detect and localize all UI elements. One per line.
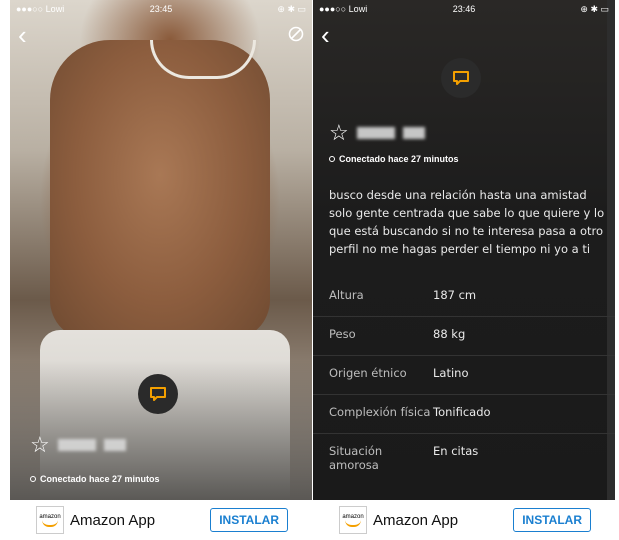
online-status: Conectado hace 27 minutos xyxy=(329,154,459,164)
attribute-value: En citas xyxy=(433,444,479,458)
star-icon[interactable]: ☆ xyxy=(329,122,349,144)
chat-icon xyxy=(453,71,469,85)
back-chevron-icon[interactable]: ‹ xyxy=(321,22,330,48)
ad-brand-text: amazon xyxy=(39,513,61,520)
online-text: Conectado hace 27 minutos xyxy=(339,154,459,164)
ad-app-name: Amazon App xyxy=(373,511,459,529)
attribute-row: Situación amorosa En citas xyxy=(313,434,615,482)
ad-banner[interactable]: amazon Amazon App INSTALAR xyxy=(313,500,615,540)
online-dot-icon xyxy=(329,156,335,162)
attribute-value: Latino xyxy=(433,366,469,380)
attribute-label: Complexión física xyxy=(329,405,431,419)
chat-button[interactable] xyxy=(441,58,481,98)
attribute-row: Altura 187 cm xyxy=(313,278,615,317)
ad-app-name: Amazon App xyxy=(70,511,156,529)
clock-text: 23:46 xyxy=(452,4,476,14)
status-bar: ●●●○○ Lowi 23:46 ⊕ ✱ ▭ xyxy=(313,0,615,18)
attribute-row: Complexión física Tonificado xyxy=(313,395,615,434)
attribute-row: Peso 88 kg xyxy=(313,317,615,356)
ad-brand-text: amazon xyxy=(342,513,364,520)
block-icon[interactable] xyxy=(288,26,304,42)
name-redacted xyxy=(57,439,96,451)
photo-torso-shape xyxy=(50,40,270,340)
install-button[interactable]: INSTALAR xyxy=(513,508,591,532)
profile-description: busco desde una relación hasta una amist… xyxy=(329,188,605,256)
back-chevron-icon[interactable]: ‹ xyxy=(18,22,27,48)
name-redacted xyxy=(356,127,395,139)
attribute-label: Peso xyxy=(329,327,356,341)
chat-button[interactable] xyxy=(138,374,178,414)
ad-banner[interactable]: amazon Amazon App INSTALAR xyxy=(10,500,312,540)
profile-name-row: ☆ xyxy=(30,434,126,456)
install-button[interactable]: INSTALAR xyxy=(210,508,288,532)
attribute-list: Altura 187 cm Peso 88 kg Origen étnico L… xyxy=(313,278,615,482)
online-text: Conectado hace 27 minutos xyxy=(40,474,160,484)
amazon-logo-icon: amazon xyxy=(36,506,64,534)
attribute-row: Origen étnico Latino xyxy=(313,356,615,395)
attribute-value: Tonificado xyxy=(433,405,491,419)
star-icon[interactable]: ☆ xyxy=(30,434,50,456)
profile-photo[interactable] xyxy=(10,0,312,510)
clock-text: 23:45 xyxy=(149,4,173,14)
attribute-label: Origen étnico xyxy=(329,366,407,380)
profile-name-row: ☆ xyxy=(329,122,425,144)
age-redacted xyxy=(402,127,425,139)
attribute-value: 88 kg xyxy=(433,327,466,341)
profile-details-screen: ●●●○○ Lowi 23:46 ⊕ ✱ ▭ ‹ ☆ Conectado hac… xyxy=(313,0,615,540)
status-bar: ●●●○○ Lowi 23:45 ⊕ ✱ ▭ xyxy=(10,0,312,18)
chat-icon xyxy=(150,387,166,401)
online-status: Conectado hace 27 minutos xyxy=(30,474,160,484)
online-dot-icon xyxy=(30,476,36,482)
attribute-label: Altura xyxy=(329,288,364,302)
profile-photo-screen: ●●●○○ Lowi 23:45 ⊕ ✱ ▭ ‹ ☆ Conectado hac… xyxy=(10,0,312,540)
attribute-value: 187 cm xyxy=(433,288,477,302)
amazon-logo-icon: amazon xyxy=(339,506,367,534)
attribute-label: Situación amorosa xyxy=(329,444,383,472)
age-redacted xyxy=(103,439,126,451)
